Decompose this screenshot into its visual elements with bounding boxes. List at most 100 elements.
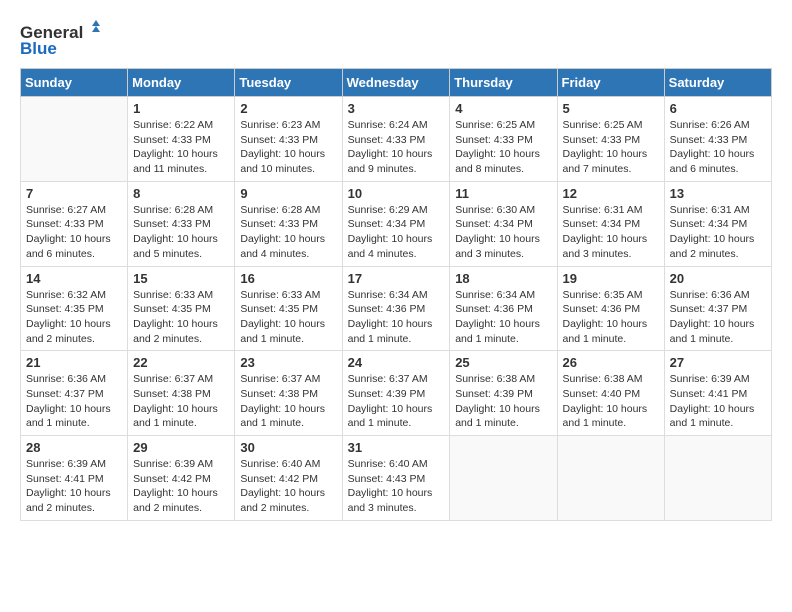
day-number: 24 bbox=[348, 355, 445, 370]
day-info: Sunrise: 6:32 AMSunset: 4:35 PMDaylight:… bbox=[26, 288, 122, 347]
calendar-cell: 20 Sunrise: 6:36 AMSunset: 4:37 PMDayligh… bbox=[664, 266, 771, 351]
day-info: Sunrise: 6:22 AMSunset: 4:33 PMDaylight:… bbox=[133, 118, 229, 177]
day-info: Sunrise: 6:39 AMSunset: 4:41 PMDaylight:… bbox=[26, 457, 122, 516]
calendar-cell bbox=[21, 97, 128, 182]
calendar-cell: 25 Sunrise: 6:38 AMSunset: 4:39 PMDayligh… bbox=[450, 351, 557, 436]
calendar-week-row: 14 Sunrise: 6:32 AMSunset: 4:35 PMDayligh… bbox=[21, 266, 772, 351]
calendar-cell: 4 Sunrise: 6:25 AMSunset: 4:33 PMDaylight… bbox=[450, 97, 557, 182]
calendar-cell: 6 Sunrise: 6:26 AMSunset: 4:33 PMDaylight… bbox=[664, 97, 771, 182]
day-number: 12 bbox=[563, 186, 659, 201]
day-info: Sunrise: 6:24 AMSunset: 4:33 PMDaylight:… bbox=[348, 118, 445, 177]
day-number: 17 bbox=[348, 271, 445, 286]
calendar-cell: 12 Sunrise: 6:31 AMSunset: 4:34 PMDayligh… bbox=[557, 181, 664, 266]
weekday-header-row: SundayMondayTuesdayWednesdayThursdayFrid… bbox=[21, 69, 772, 97]
day-info: Sunrise: 6:37 AMSunset: 4:38 PMDaylight:… bbox=[240, 372, 336, 431]
day-number: 3 bbox=[348, 101, 445, 116]
day-number: 23 bbox=[240, 355, 336, 370]
calendar-cell: 1 Sunrise: 6:22 AMSunset: 4:33 PMDaylight… bbox=[128, 97, 235, 182]
day-info: Sunrise: 6:40 AMSunset: 4:42 PMDaylight:… bbox=[240, 457, 336, 516]
calendar-cell: 16 Sunrise: 6:33 AMSunset: 4:35 PMDayligh… bbox=[235, 266, 342, 351]
weekday-header: Wednesday bbox=[342, 69, 450, 97]
weekday-header: Sunday bbox=[21, 69, 128, 97]
calendar-cell: 18 Sunrise: 6:34 AMSunset: 4:36 PMDayligh… bbox=[450, 266, 557, 351]
logo: General Blue bbox=[20, 20, 100, 58]
calendar-cell: 17 Sunrise: 6:34 AMSunset: 4:36 PMDayligh… bbox=[342, 266, 450, 351]
calendar-cell: 14 Sunrise: 6:32 AMSunset: 4:35 PMDayligh… bbox=[21, 266, 128, 351]
calendar-cell: 8Sunrise: 6:28 AMSunset: 4:33 PMDaylight… bbox=[128, 181, 235, 266]
calendar-cell: 21 Sunrise: 6:36 AMSunset: 4:37 PMDayligh… bbox=[21, 351, 128, 436]
calendar-cell: 19 Sunrise: 6:35 AMSunset: 4:36 PMDayligh… bbox=[557, 266, 664, 351]
day-number: 1 bbox=[133, 101, 229, 116]
day-number: 22 bbox=[133, 355, 229, 370]
day-info: Sunrise: 6:28 AMSunset: 4:33 PMDaylight:… bbox=[240, 203, 336, 262]
calendar-cell: 3 Sunrise: 6:24 AMSunset: 4:33 PMDaylight… bbox=[342, 97, 450, 182]
day-number: 28 bbox=[26, 440, 122, 455]
calendar-cell: 24 Sunrise: 6:37 AMSunset: 4:39 PMDayligh… bbox=[342, 351, 450, 436]
day-number: 30 bbox=[240, 440, 336, 455]
day-info: Sunrise: 6:34 AMSunset: 4:36 PMDaylight:… bbox=[348, 288, 445, 347]
calendar-cell: 15Sunrise: 6:33 AMSunset: 4:35 PMDayligh… bbox=[128, 266, 235, 351]
day-info: Sunrise: 6:39 AMSunset: 4:42 PMDaylight:… bbox=[133, 457, 229, 516]
day-info: Sunrise: 6:25 AMSunset: 4:33 PMDaylight:… bbox=[563, 118, 659, 177]
calendar-cell: 29 Sunrise: 6:39 AMSunset: 4:42 PMDayligh… bbox=[128, 436, 235, 521]
day-info: Sunrise: 6:35 AMSunset: 4:36 PMDaylight:… bbox=[563, 288, 659, 347]
day-info: Sunrise: 6:38 AMSunset: 4:39 PMDaylight:… bbox=[455, 372, 551, 431]
calendar-cell: 26 Sunrise: 6:38 AMSunset: 4:40 PMDayligh… bbox=[557, 351, 664, 436]
weekday-header: Tuesday bbox=[235, 69, 342, 97]
day-info: Sunrise: 6:34 AMSunset: 4:36 PMDaylight:… bbox=[455, 288, 551, 347]
day-info: Sunrise: 6:37 AMSunset: 4:38 PMDaylight:… bbox=[133, 372, 229, 431]
day-number: 9 bbox=[240, 186, 336, 201]
day-info: Sunrise: 6:26 AMSunset: 4:33 PMDaylight:… bbox=[670, 118, 766, 177]
day-number: 14 bbox=[26, 271, 122, 286]
day-number: 6 bbox=[670, 101, 766, 116]
day-number: 11 bbox=[455, 186, 551, 201]
calendar-cell: 30 Sunrise: 6:40 AMSunset: 4:42 PMDayligh… bbox=[235, 436, 342, 521]
calendar-week-row: 28 Sunrise: 6:39 AMSunset: 4:41 PMDayligh… bbox=[21, 436, 772, 521]
day-info: Sunrise: 6:33 AMSunset: 4:35 PMDaylight:… bbox=[133, 288, 229, 347]
day-number: 20 bbox=[670, 271, 766, 286]
svg-text:Blue: Blue bbox=[20, 39, 57, 58]
calendar-week-row: 7Sunrise: 6:27 AMSunset: 4:33 PMDaylight… bbox=[21, 181, 772, 266]
weekday-header: Monday bbox=[128, 69, 235, 97]
calendar-week-row: 1 Sunrise: 6:22 AMSunset: 4:33 PMDaylight… bbox=[21, 97, 772, 182]
calendar-cell bbox=[664, 436, 771, 521]
calendar-cell: 9 Sunrise: 6:28 AMSunset: 4:33 PMDaylight… bbox=[235, 181, 342, 266]
day-number: 5 bbox=[563, 101, 659, 116]
calendar-cell: 5 Sunrise: 6:25 AMSunset: 4:33 PMDaylight… bbox=[557, 97, 664, 182]
calendar-cell: 27 Sunrise: 6:39 AMSunset: 4:41 PMDayligh… bbox=[664, 351, 771, 436]
day-info: Sunrise: 6:23 AMSunset: 4:33 PMDaylight:… bbox=[240, 118, 336, 177]
weekday-header: Thursday bbox=[450, 69, 557, 97]
day-info: Sunrise: 6:38 AMSunset: 4:40 PMDaylight:… bbox=[563, 372, 659, 431]
weekday-header: Friday bbox=[557, 69, 664, 97]
calendar-cell: 28 Sunrise: 6:39 AMSunset: 4:41 PMDayligh… bbox=[21, 436, 128, 521]
day-number: 26 bbox=[563, 355, 659, 370]
calendar-cell: 2Sunrise: 6:23 AMSunset: 4:33 PMDaylight… bbox=[235, 97, 342, 182]
day-info: Sunrise: 6:40 AMSunset: 4:43 PMDaylight:… bbox=[348, 457, 445, 516]
calendar-cell bbox=[450, 436, 557, 521]
day-number: 21 bbox=[26, 355, 122, 370]
day-info: Sunrise: 6:25 AMSunset: 4:33 PMDaylight:… bbox=[455, 118, 551, 177]
day-info: Sunrise: 6:33 AMSunset: 4:35 PMDaylight:… bbox=[240, 288, 336, 347]
day-number: 29 bbox=[133, 440, 229, 455]
day-info: Sunrise: 6:37 AMSunset: 4:39 PMDaylight:… bbox=[348, 372, 445, 431]
day-info: Sunrise: 6:36 AMSunset: 4:37 PMDaylight:… bbox=[670, 288, 766, 347]
day-info: Sunrise: 6:31 AMSunset: 4:34 PMDaylight:… bbox=[563, 203, 659, 262]
day-info: Sunrise: 6:29 AMSunset: 4:34 PMDaylight:… bbox=[348, 203, 445, 262]
calendar-week-row: 21 Sunrise: 6:36 AMSunset: 4:37 PMDayligh… bbox=[21, 351, 772, 436]
day-number: 27 bbox=[670, 355, 766, 370]
calendar-cell: 23 Sunrise: 6:37 AMSunset: 4:38 PMDayligh… bbox=[235, 351, 342, 436]
day-info: Sunrise: 6:30 AMSunset: 4:34 PMDaylight:… bbox=[455, 203, 551, 262]
day-number: 31 bbox=[348, 440, 445, 455]
day-number: 4 bbox=[455, 101, 551, 116]
calendar-cell: 7Sunrise: 6:27 AMSunset: 4:33 PMDaylight… bbox=[21, 181, 128, 266]
day-number: 25 bbox=[455, 355, 551, 370]
day-info: Sunrise: 6:36 AMSunset: 4:37 PMDaylight:… bbox=[26, 372, 122, 431]
calendar-table: SundayMondayTuesdayWednesdayThursdayFrid… bbox=[20, 68, 772, 521]
day-number: 18 bbox=[455, 271, 551, 286]
page-header: General Blue bbox=[20, 20, 772, 58]
day-info: Sunrise: 6:28 AMSunset: 4:33 PMDaylight:… bbox=[133, 203, 229, 262]
day-number: 19 bbox=[563, 271, 659, 286]
day-number: 10 bbox=[348, 186, 445, 201]
day-info: Sunrise: 6:39 AMSunset: 4:41 PMDaylight:… bbox=[670, 372, 766, 431]
day-number: 16 bbox=[240, 271, 336, 286]
